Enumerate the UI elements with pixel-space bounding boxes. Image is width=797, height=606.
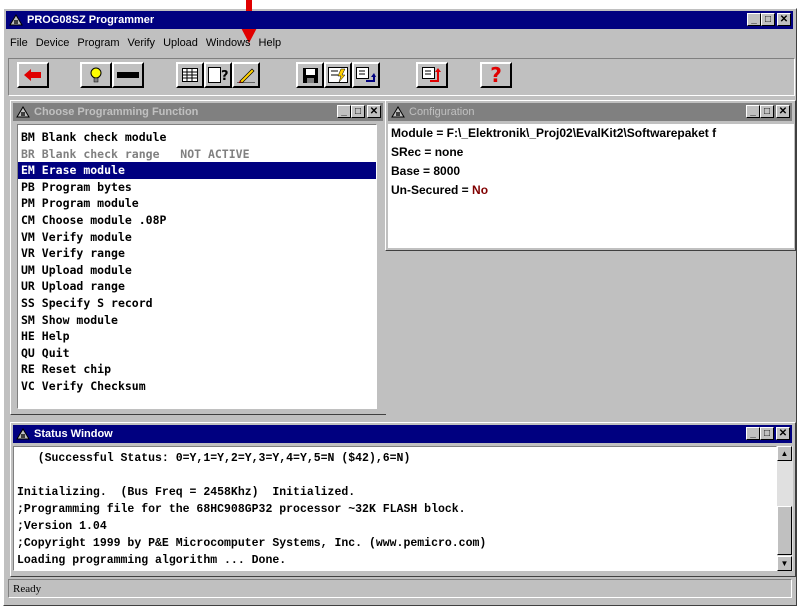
menu-verify[interactable]: Verify xyxy=(124,37,160,54)
function-item-ur[interactable]: UR Upload range xyxy=(18,278,376,295)
menu-help[interactable]: Help xyxy=(255,37,286,54)
config-srec: SRec = none xyxy=(391,145,464,159)
log-line: ;Programming file for the 68HC908GP32 pr… xyxy=(17,503,466,516)
status-bar: Ready xyxy=(8,579,792,598)
config-module: Module = F:\_Elektronik\_Proj02\EvalKit2… xyxy=(391,126,717,140)
help-button[interactable]: ? xyxy=(480,62,512,88)
maximize-icon[interactable]: □ xyxy=(760,427,774,440)
window-icon xyxy=(391,106,405,118)
window-icon xyxy=(16,428,30,440)
chip-icon xyxy=(117,72,139,78)
log-line: (Successful Status: 0=Y,1=Y,2=Y,3=Y,4=Y,… xyxy=(17,452,411,465)
toolbar: ? ? xyxy=(8,58,795,96)
function-item-vc[interactable]: VC Verify Checksum xyxy=(18,378,376,395)
function-item-ss[interactable]: SS Specify S record xyxy=(18,295,376,312)
save-icon xyxy=(302,67,318,83)
window-controls: _ □ ✕ xyxy=(747,13,791,26)
scroll-up-icon[interactable]: ▲ xyxy=(777,446,792,461)
close-icon[interactable]: ✕ xyxy=(776,105,790,118)
config-unsecured-value: No xyxy=(472,183,489,197)
erase-button[interactable] xyxy=(232,62,260,88)
status-bar-text: Ready xyxy=(13,583,42,595)
back-arrow-icon xyxy=(24,69,41,81)
function-item-pm[interactable]: PM Program module xyxy=(18,195,376,212)
status-log: (Successful Status: 0=Y,1=Y,2=Y,3=Y,4=Y,… xyxy=(13,446,777,571)
scroll-thumb[interactable] xyxy=(777,506,792,555)
bulb-icon xyxy=(90,67,102,83)
minimize-icon[interactable]: _ xyxy=(747,13,761,26)
app-title: PROG08SZ Programmer xyxy=(27,14,155,26)
status-scrollbar[interactable]: ▲ ▼ xyxy=(777,446,793,571)
function-item-br[interactable]: BR Blank check range NOT ACTIVE xyxy=(18,146,376,163)
function-item-pb[interactable]: PB Program bytes xyxy=(18,179,376,196)
function-item-he[interactable]: HE Help xyxy=(18,328,376,345)
function-item-qu[interactable]: QU Quit xyxy=(18,345,376,362)
pencil-erase-icon xyxy=(237,68,255,83)
log-line: ;Version 1.04 xyxy=(17,520,107,533)
menu-upload[interactable]: Upload xyxy=(159,37,202,54)
menu-program[interactable]: Program xyxy=(73,37,123,54)
mdi-background xyxy=(386,250,794,418)
status-title: Status Window xyxy=(34,428,113,440)
status-window-controls: _ □ ✕ xyxy=(746,427,790,440)
back-button[interactable] xyxy=(17,62,49,88)
save-button[interactable] xyxy=(296,62,324,88)
config-content: Module = F:\_Elektronik\_Proj02\EvalKit2… xyxy=(388,124,794,248)
close-icon[interactable]: ✕ xyxy=(776,427,790,440)
config-window-controls: _ □ ✕ xyxy=(746,105,790,118)
menu-bar: File Device Program Verify Upload Window… xyxy=(6,37,285,54)
power-on-button[interactable] xyxy=(80,62,112,88)
functions-title-bar[interactable]: Choose Programming Function _ □ ✕ xyxy=(13,103,383,121)
minimize-icon[interactable]: _ xyxy=(746,427,760,440)
svg-text:?: ? xyxy=(221,69,228,83)
menu-file[interactable]: File xyxy=(6,37,32,54)
functions-window-controls: _ □ ✕ xyxy=(337,105,381,118)
grid-icon xyxy=(182,68,198,82)
function-item-bm[interactable]: BM Blank check module xyxy=(18,129,376,146)
menu-windows[interactable]: Windows xyxy=(202,37,255,54)
function-item-em[interactable]: EM Erase module xyxy=(18,162,376,179)
close-icon[interactable]: ✕ xyxy=(367,105,381,118)
function-item-vm[interactable]: VM Verify module xyxy=(18,229,376,246)
function-item-re[interactable]: RE Reset chip xyxy=(18,361,376,378)
log-line: ;Copyright 1999 by P&E Microcomputer Sys… xyxy=(17,537,487,550)
status-title-bar[interactable]: Status Window _ □ ✕ xyxy=(13,425,792,443)
function-item-sm[interactable]: SM Show module xyxy=(18,312,376,329)
maximize-icon[interactable]: □ xyxy=(351,105,365,118)
help-doc-icon: ? xyxy=(208,67,228,83)
function-item-cm[interactable]: CM Choose module .08P xyxy=(18,212,376,229)
config-base: Base = 8000 xyxy=(391,164,461,178)
maximize-icon[interactable]: □ xyxy=(761,13,775,26)
log-line: Loading programming algorithm ... Done. xyxy=(17,554,287,567)
functions-title: Choose Programming Function xyxy=(34,106,199,118)
upload-button[interactable] xyxy=(416,62,448,88)
function-item-vr[interactable]: VR Verify range xyxy=(18,245,376,262)
menu-device[interactable]: Device xyxy=(32,37,74,54)
app-title-bar[interactable]: PROG08SZ Programmer _ □ ✕ xyxy=(6,11,793,29)
minimize-icon[interactable]: _ xyxy=(746,105,760,118)
chip-button[interactable] xyxy=(112,62,144,88)
log-line: Initializing. (Bus Freq = 2458Khz) Initi… xyxy=(17,486,356,499)
function-item-um[interactable]: UM Upload module xyxy=(18,262,376,279)
help-doc-button[interactable]: ? xyxy=(204,62,232,88)
maximize-icon[interactable]: □ xyxy=(760,105,774,118)
minimize-icon[interactable]: _ xyxy=(337,105,351,118)
config-title-bar[interactable]: Configuration _ □ ✕ xyxy=(388,103,792,121)
program-icon xyxy=(328,67,348,83)
grid-button[interactable] xyxy=(176,62,204,88)
upload-icon xyxy=(422,67,441,82)
program-button[interactable] xyxy=(324,62,352,88)
window-icon xyxy=(16,106,30,118)
config-unsecured: Un-Secured = No xyxy=(391,183,489,197)
help-question-icon: ? xyxy=(490,63,502,87)
config-title: Configuration xyxy=(409,106,475,118)
verify-button[interactable] xyxy=(352,62,380,88)
verify-icon xyxy=(356,67,376,82)
function-list: BM Blank check module BR Blank check ran… xyxy=(17,124,377,409)
scroll-down-icon[interactable]: ▼ xyxy=(777,556,792,571)
close-icon[interactable]: ✕ xyxy=(777,13,791,26)
app-icon xyxy=(9,14,23,26)
